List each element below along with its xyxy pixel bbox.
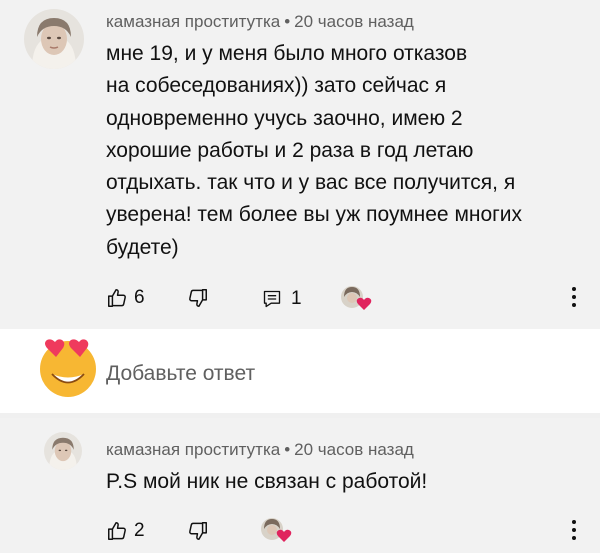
more-vertical-icon	[572, 287, 576, 291]
meta-separator: •	[284, 12, 291, 31]
timestamp[interactable]: 20 часов назад	[294, 440, 414, 459]
more-options-button[interactable]	[571, 287, 577, 311]
avatar[interactable]	[44, 432, 82, 470]
reply-box-area	[0, 329, 600, 413]
more-options-button[interactable]	[571, 520, 577, 544]
thumbs-down-icon	[189, 522, 207, 540]
dislike-button[interactable]	[187, 520, 209, 542]
more-vertical-icon	[572, 520, 576, 524]
heart-eyes-emoji-icon	[34, 331, 102, 399]
comment-meta: камазная проститутка • 20 часов назад	[106, 12, 414, 32]
meta-separator: •	[284, 440, 291, 459]
more-vertical-icon	[572, 536, 576, 540]
reply-input[interactable]: Добавьте ответ	[106, 362, 255, 386]
dislike-button[interactable]	[187, 287, 209, 309]
creator-heart	[340, 284, 372, 312]
more-vertical-icon	[572, 303, 576, 307]
reply-text: P.S мой ник не связан с работой!	[106, 470, 428, 493]
comment-line: мне 19, и у меня было много отказов	[106, 42, 468, 65]
comment-line: уверена! тем более вы уж поумнее многих	[106, 203, 523, 227]
comment-line: на собеседованиях)) зато сейчас я	[106, 74, 447, 98]
more-vertical-icon	[572, 295, 576, 299]
reply-comment-icon	[263, 290, 281, 308]
comment-text: мне 19, и у меня было много отказов на с…	[106, 38, 576, 264]
like-count: 2	[134, 520, 145, 541]
like-button[interactable]: 2	[106, 520, 145, 542]
author-name[interactable]: камазная проститутка	[106, 440, 280, 459]
like-button[interactable]: 6	[106, 287, 145, 309]
timestamp[interactable]: 20 часов назад	[294, 12, 414, 31]
reply-meta: камазная проститутка • 20 часов назад	[106, 440, 414, 460]
author-name[interactable]: камазная проститутка	[106, 12, 280, 31]
comment-line: хорошие работы и 2 раза в год летаю	[106, 138, 474, 162]
avatar[interactable]	[24, 9, 84, 69]
comment-line: одновременно учусь заочно, имею 2	[106, 106, 463, 130]
comment-line: будете)	[106, 235, 179, 259]
more-vertical-icon	[572, 528, 576, 532]
creator-heart-avatar-icon	[261, 518, 292, 542]
thumbs-up-icon	[108, 289, 126, 307]
thumbs-up-icon	[108, 522, 126, 540]
creator-heart	[260, 516, 292, 544]
thumbs-down-icon	[189, 289, 207, 307]
like-count: 6	[134, 287, 145, 308]
replies-button[interactable]: 1	[262, 288, 302, 310]
comment-line: отдыхать. так что и у вас все получится,…	[106, 171, 516, 195]
reply-count: 1	[291, 288, 302, 309]
creator-heart-avatar-icon	[341, 286, 372, 310]
comment-card: камазная проститутка • 20 часов назад мне …	[0, 0, 600, 329]
